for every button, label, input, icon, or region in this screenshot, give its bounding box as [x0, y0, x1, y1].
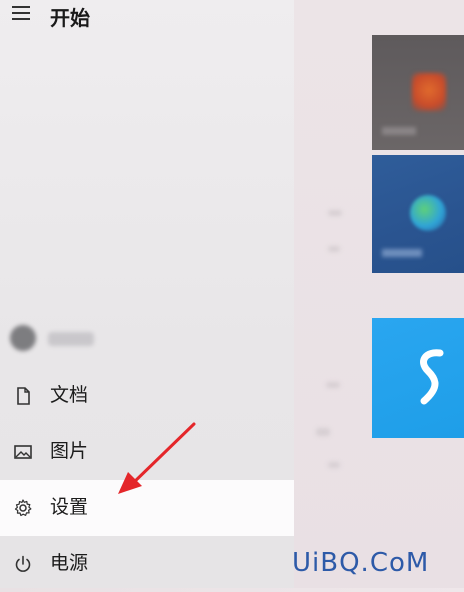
nav-item-label: 电源: [50, 552, 89, 574]
nav-item-label: 图片: [50, 440, 89, 462]
app-tile-2[interactable]: [372, 155, 464, 273]
edge-icon: [410, 195, 446, 231]
gear-icon: [14, 499, 32, 517]
avatar[interactable]: [10, 325, 36, 351]
nav-item-power[interactable]: 电源: [0, 536, 294, 592]
app-tile-3[interactable]: [372, 318, 464, 438]
tile-label-blurred: [382, 249, 422, 257]
hamburger-icon[interactable]: [12, 6, 30, 20]
app-s-icon: [420, 349, 444, 405]
start-title: 开始: [50, 6, 90, 30]
document-icon: [17, 387, 30, 405]
nav-item-label: 设置: [50, 496, 89, 518]
blurred-element: [326, 382, 340, 388]
nav-item-documents[interactable]: 文档: [0, 368, 294, 424]
tile-label-blurred: [382, 127, 416, 135]
picture-icon: [14, 445, 32, 459]
blurred-element: [316, 428, 330, 436]
blurred-element: [328, 462, 340, 468]
power-icon: [15, 555, 31, 572]
app-tile-1[interactable]: [372, 35, 464, 150]
red-arrow-annotation: [118, 422, 196, 494]
blurred-element: [328, 210, 342, 216]
blurred-element: [328, 246, 340, 252]
watermark-text: UiBQ.CoM: [292, 548, 430, 578]
account-name-blurred[interactable]: [48, 332, 94, 346]
app-icon-blurred: [412, 73, 446, 111]
nav-item-label: 文档: [50, 384, 89, 406]
